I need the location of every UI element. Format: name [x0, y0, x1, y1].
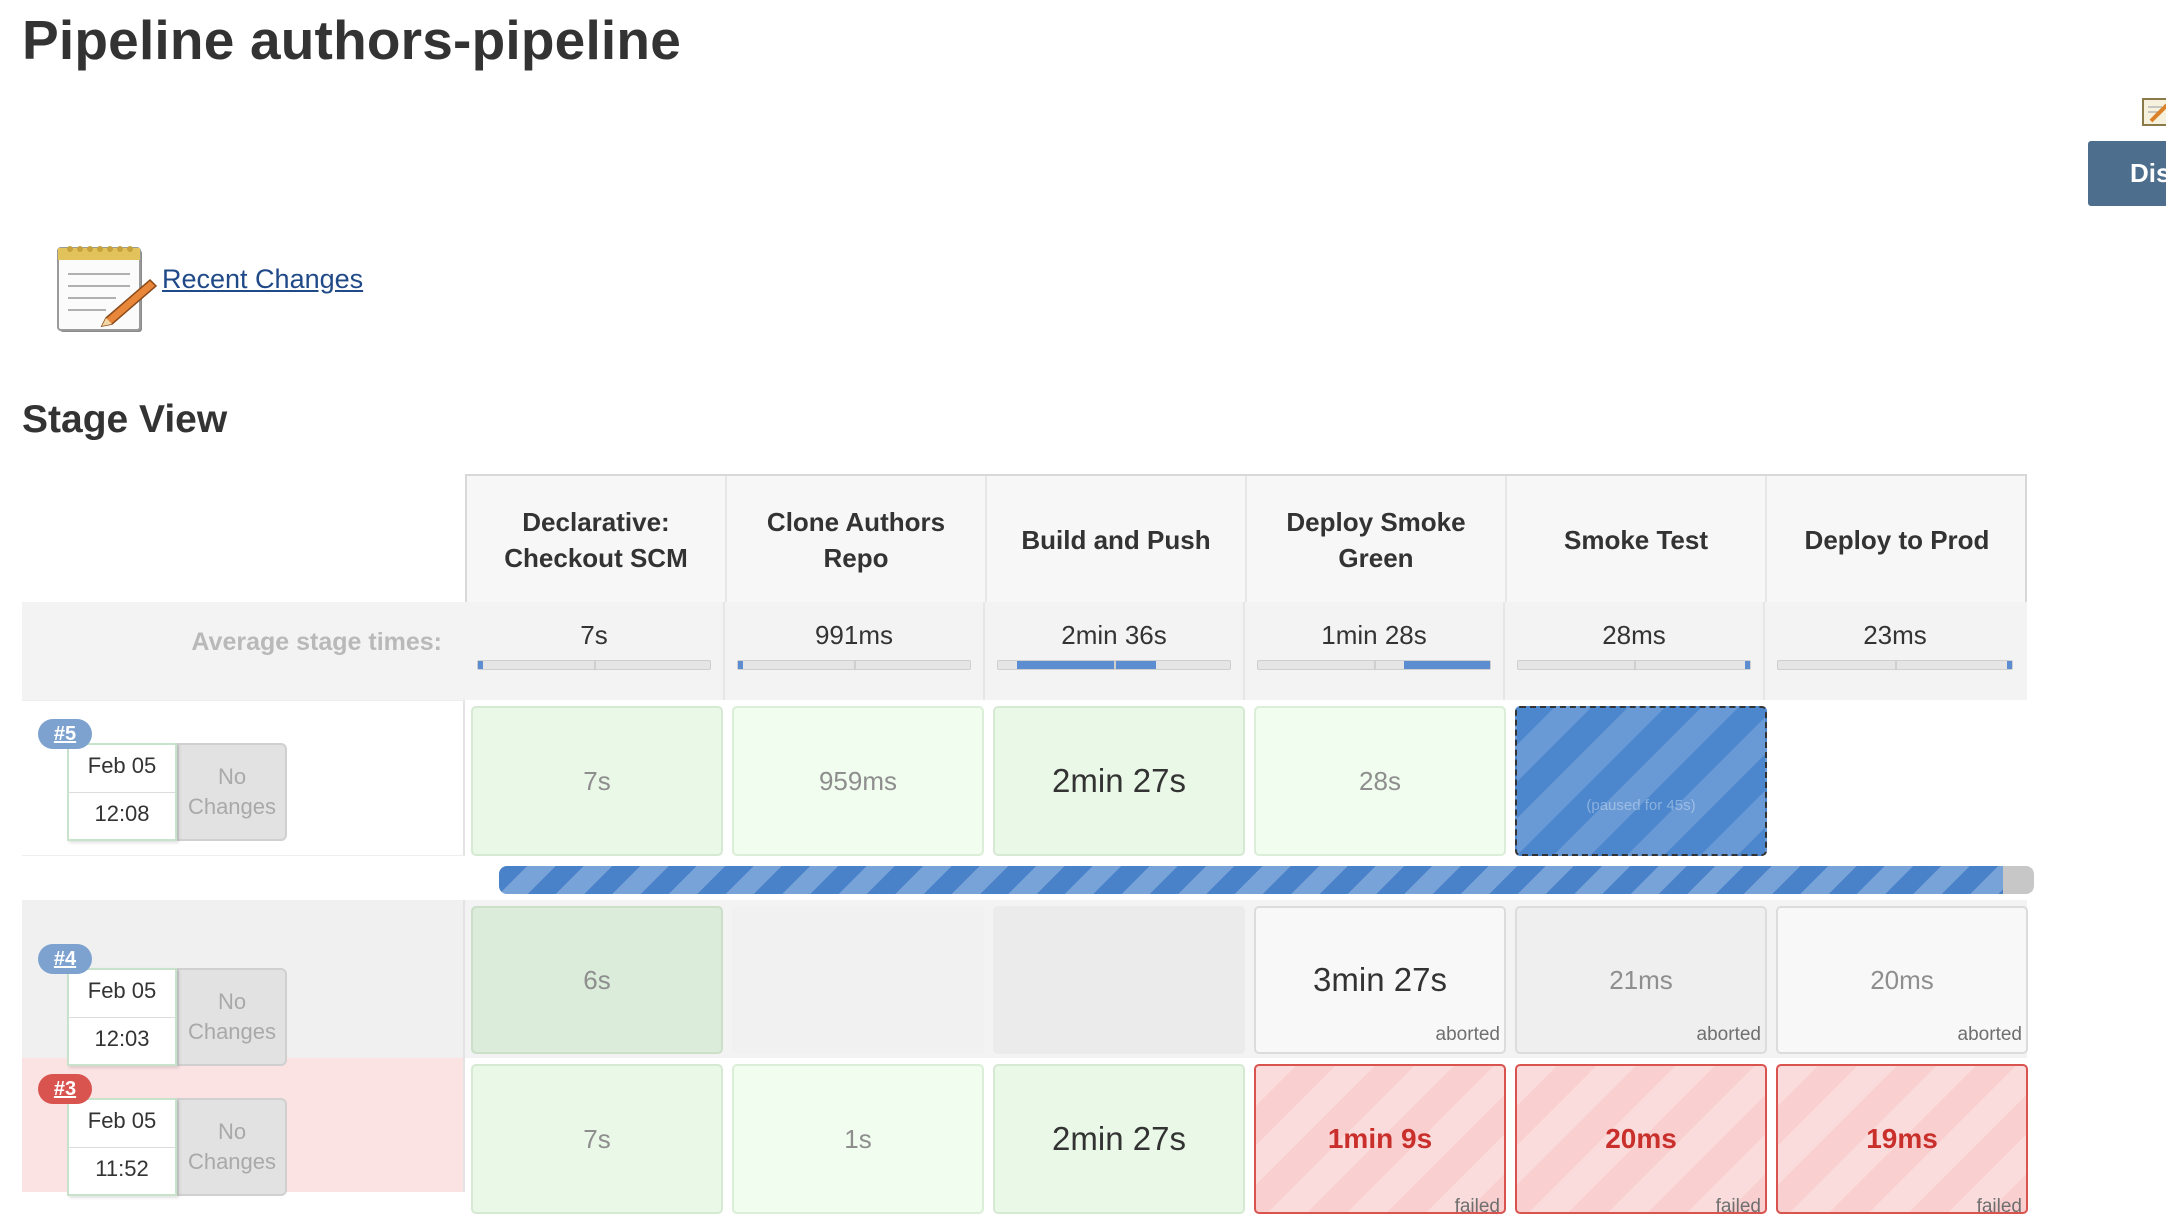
stage-status: aborted	[1957, 1024, 2022, 1045]
avg-time-cell: 1min 28s	[1245, 602, 1505, 700]
stage-cell-empty	[732, 906, 984, 1054]
stage-cell[interactable]: 20ms aborted	[1776, 906, 2028, 1054]
stage-header: Declarative: Checkout SCM	[467, 476, 727, 604]
avg-time-value: 991ms	[814, 620, 894, 650]
notepad-icon	[57, 246, 158, 332]
no-changes-label: No Changes	[177, 1098, 287, 1196]
stage-status: aborted	[1696, 1024, 1761, 1045]
stage-cells: 7s 1s 2min 27s 1min 9s failed 20ms faile…	[465, 1058, 2028, 1217]
build-date-card[interactable]: Feb 05 12:03	[67, 968, 177, 1066]
build-row-5: #5 Feb 05 12:08 No Changes 7s 959ms 2min…	[22, 700, 2027, 930]
avg-time-cell: 7s	[465, 602, 725, 700]
build-time: 12:03	[94, 1026, 150, 1051]
avg-time-value: 23ms	[1863, 620, 1927, 650]
average-stage-times-label: Average stage times:	[191, 628, 442, 656]
build-info: #4 Feb 05 12:03 No Changes	[22, 900, 465, 1066]
build-info: #5 Feb 05 12:08 No Changes	[22, 700, 465, 856]
stage-duration: 28s	[1359, 765, 1401, 796]
edit-notepad-icon[interactable]	[2141, 95, 2166, 129]
stage-duration: 959ms	[818, 765, 898, 796]
avg-time-cell: 2min 36s	[985, 602, 1245, 700]
stage-duration: 7s	[583, 765, 611, 796]
build-time: 11:52	[95, 1156, 149, 1181]
side-panel-button[interactable]: Dis	[2088, 141, 2166, 206]
paused-status: (paused for 45s)	[1586, 797, 1696, 814]
stage-header: Build and Push	[987, 476, 1247, 604]
build-date: Feb 05	[87, 978, 157, 1003]
build-info: #3 Feb 05 11:52 No Changes	[22, 1058, 465, 1196]
stage-cell[interactable]: 7s	[471, 706, 723, 856]
stage-cell[interactable]: 3min 27s aborted	[1254, 906, 1506, 1054]
stage-header: Deploy to Prod	[1804, 525, 1990, 555]
stage-duration: 20ms	[1870, 964, 1934, 995]
avg-time-value: 28ms	[1602, 620, 1666, 650]
stage-cells: 6s 3min 27s aborted 21ms aborted 20ms ab…	[465, 900, 2028, 1058]
stage-cell-empty	[993, 906, 1245, 1054]
stage-duration: 20ms	[1605, 1123, 1677, 1154]
stage-duration: 2min 27s	[1052, 1120, 1186, 1157]
avg-time-cell: 991ms	[725, 602, 985, 700]
avg-time-bar	[997, 660, 1231, 670]
build-number-badge[interactable]: #3	[38, 1074, 92, 1104]
build-row-3: #3 Feb 05 11:52 No Changes 7s 1s 2min 27…	[22, 1058, 2028, 1217]
avg-time-bar	[1257, 660, 1491, 670]
stage-duration: 1s	[844, 1123, 872, 1154]
stage-view-title: Stage View	[22, 398, 228, 441]
stage-cells: 7s 959ms 2min 27s 28s (paused for 45s)	[465, 700, 2027, 856]
stage-duration: 1min 9s	[1327, 1123, 1433, 1154]
stage-cell[interactable]: 21ms aborted	[1515, 906, 1767, 1054]
no-changes-label: No Changes	[177, 743, 287, 841]
stage-cell[interactable]: 2min 27s	[993, 706, 1245, 856]
stage-header: Deploy Smoke Green	[1247, 476, 1507, 604]
stage-status: failed	[1454, 1196, 1500, 1217]
recent-changes-link[interactable]: Recent Changes	[162, 264, 363, 295]
stage-duration: 3min 27s	[1313, 961, 1447, 998]
build-date: Feb 05	[87, 1108, 157, 1133]
stage-header-row: Declarative: Checkout SCM Clone Authors …	[465, 474, 2027, 604]
stage-duration: 7s	[583, 1123, 611, 1154]
page-title: Pipeline authors-pipeline	[22, 9, 681, 71]
stage-duration: 2min 27s	[1052, 762, 1186, 799]
avg-time-value: 2min 36s	[1061, 620, 1167, 650]
recent-changes-link-group[interactable]: Recent Changes	[56, 244, 363, 336]
build-time: 12:08	[94, 801, 150, 826]
stage-header: Smoke Test	[1507, 476, 1767, 604]
build-progress-bar	[499, 866, 2034, 894]
build-row-4: #4 Feb 05 12:03 No Changes 6s 3min 27s a…	[22, 900, 2028, 1066]
average-stage-times-row: Average stage times: 7s 991ms 2min 36s 1…	[22, 602, 2027, 700]
avg-time-bar	[1777, 660, 2013, 670]
avg-time-cell: 23ms	[1765, 602, 2025, 700]
build-number-badge[interactable]: #4	[38, 944, 92, 974]
avg-time-bar	[737, 660, 971, 670]
build-date: Feb 05	[87, 753, 157, 778]
stage-cell[interactable]: 959ms	[732, 706, 984, 856]
build-progress-fill	[499, 866, 2004, 894]
avg-time-bar	[1517, 660, 1751, 670]
no-changes-label: No Changes	[177, 968, 287, 1066]
avg-time-cell: 28ms	[1505, 602, 1765, 700]
stage-duration: 19ms	[1866, 1123, 1938, 1154]
stage-cell[interactable]: 28s	[1254, 706, 1506, 856]
stage-duration: 6s	[583, 964, 611, 995]
build-number-badge[interactable]: #5	[38, 719, 92, 749]
avg-time-value: 1min 28s	[1321, 620, 1427, 650]
stage-duration: 21ms	[1609, 964, 1673, 995]
stage-status: aborted	[1435, 1024, 1500, 1045]
build-date-card[interactable]: Feb 05 12:08	[67, 743, 177, 841]
stage-cell-paused[interactable]: (paused for 45s)	[1515, 706, 1767, 856]
stage-status: failed	[1715, 1196, 1761, 1217]
stage-header: Clone Authors Repo	[727, 476, 987, 604]
avg-time-value: 7s	[580, 620, 608, 650]
build-date-card[interactable]: Feb 05 11:52	[67, 1098, 177, 1196]
stage-cell[interactable]: 6s	[471, 906, 723, 1054]
stage-status: failed	[1976, 1196, 2022, 1217]
avg-time-bar	[477, 660, 711, 670]
